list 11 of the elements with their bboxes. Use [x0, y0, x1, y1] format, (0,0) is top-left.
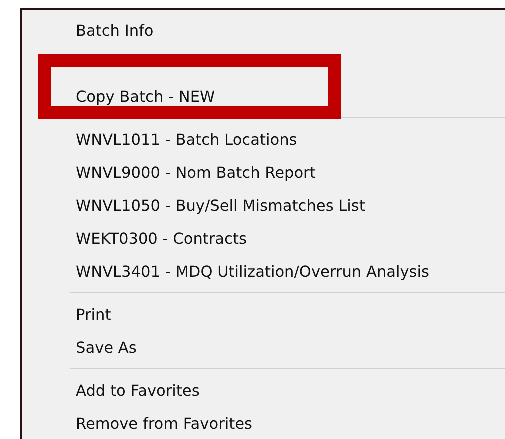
- menu-item[interactable]: WNVL1011 - Batch Locations: [22, 123, 505, 156]
- menu-item[interactable]: Save As: [22, 331, 505, 364]
- menu-item[interactable]: WNVL9000 - Nom Batch Report: [22, 156, 505, 189]
- menu-item[interactable]: Add to Favorites: [22, 374, 505, 407]
- menu-item[interactable]: Remove from Favorites: [22, 407, 505, 439]
- menu-item[interactable]: Copy Batch - NEW: [22, 80, 505, 113]
- menu-item[interactable]: WNVL3401 - MDQ Utilization/Overrun Analysis: [22, 255, 505, 288]
- menu-item[interactable]: WEKT0300 - Contracts: [22, 222, 505, 255]
- menu-item[interactable]: Print: [22, 298, 505, 331]
- menu-item[interactable]: WNVL1050 - Buy/Sell Mismatches List: [22, 189, 505, 222]
- menu-item[interactable]: Batch Info: [22, 14, 505, 47]
